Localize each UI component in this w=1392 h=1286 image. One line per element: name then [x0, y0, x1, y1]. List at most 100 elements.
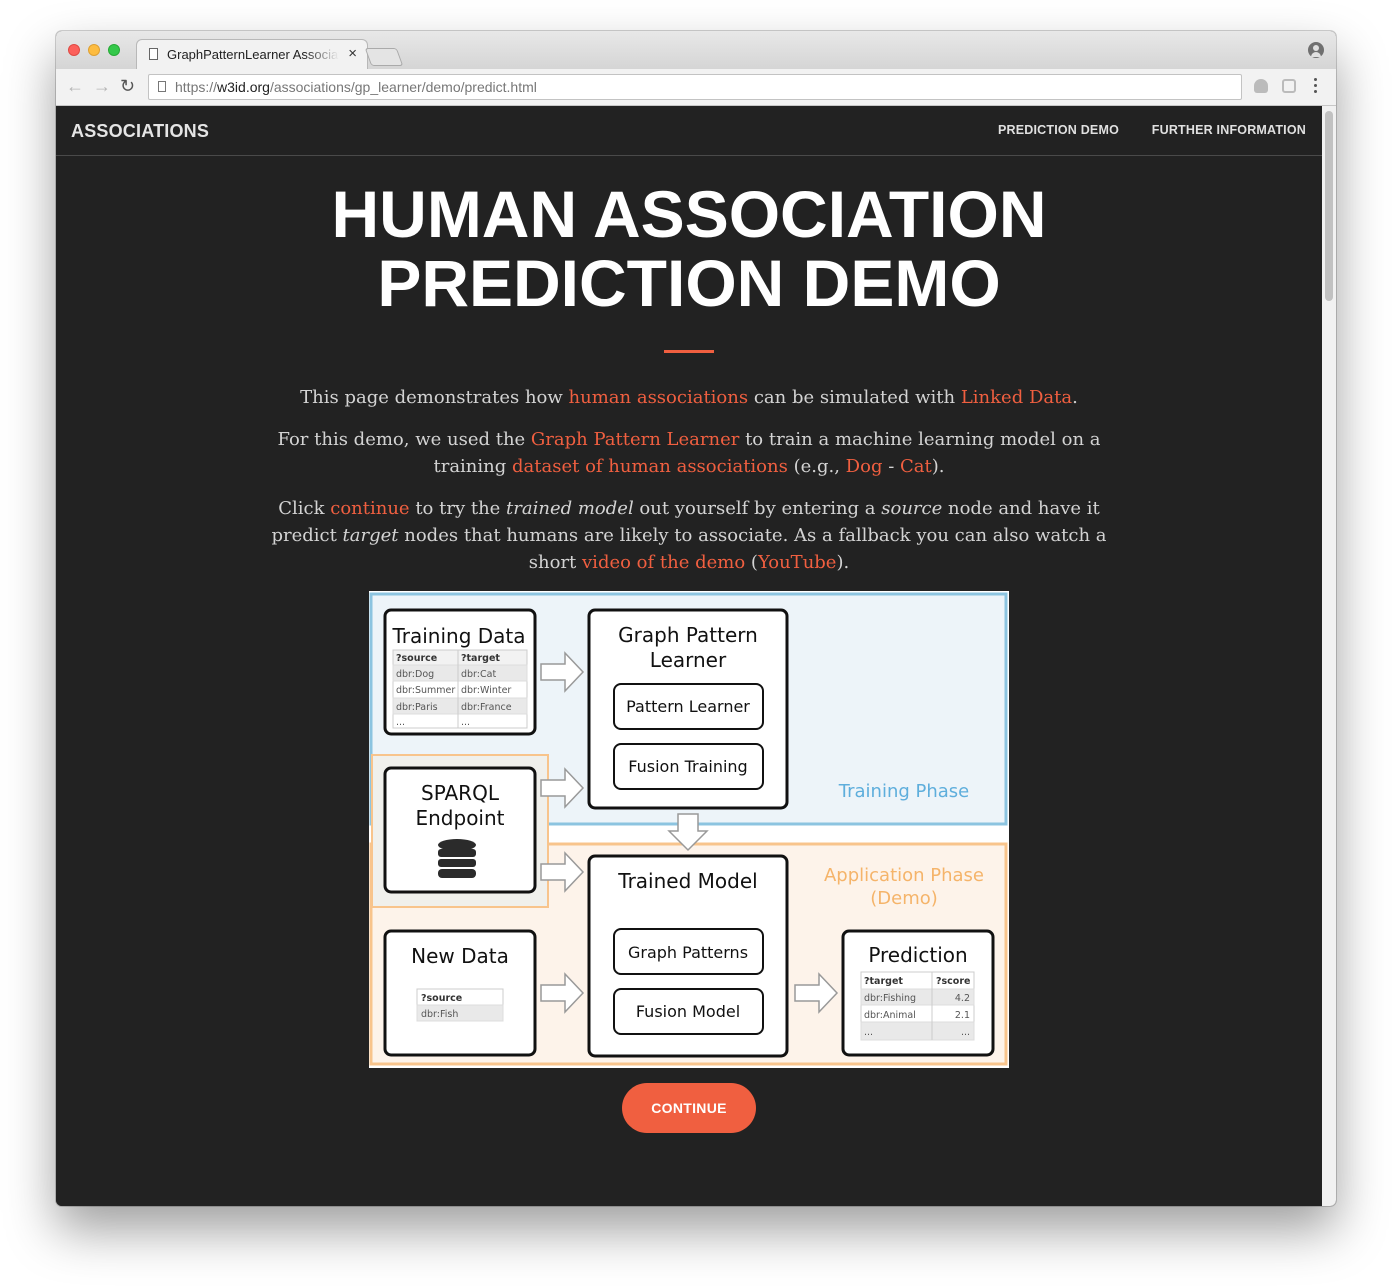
link-dataset[interactable]: dataset of human associations [512, 456, 788, 477]
table-cell: dbr:Paris [396, 702, 438, 713]
extension-cast-icon[interactable] [1282, 79, 1296, 93]
table-cell: dbr:Fishing [864, 993, 916, 1004]
link-continue[interactable]: continue [330, 498, 409, 519]
text: For this demo, we used the [277, 429, 531, 450]
url-text: https://w3id.org/associations/gp_learner… [175, 79, 537, 95]
table-cell: ... [961, 1027, 970, 1038]
table-cell: dbr:Winter [461, 685, 511, 696]
intro-paragraph-1: This page demonstrates how human associa… [266, 384, 1112, 411]
table-cell: dbr:Dog [396, 669, 434, 680]
text: Click [278, 498, 331, 519]
table-cell: 2.1 [955, 1010, 970, 1021]
browser-tab[interactable]: GraphPatternLearner Associati × [136, 39, 368, 69]
table-header: ?source [421, 993, 462, 1004]
text: can be simulated with [748, 387, 961, 408]
table-header: ?source [396, 653, 437, 664]
tab-title: GraphPatternLearner Associati [167, 47, 339, 62]
intro-paragraph-3: Click continue to try the trained model … [266, 495, 1112, 576]
link-linked-data[interactable]: Linked Data [961, 387, 1072, 408]
table-cell: dbr:Cat [461, 669, 496, 680]
gpl-title-1: Graph Pattern [618, 623, 758, 647]
table-cell: dbr:France [461, 702, 512, 713]
text: out yourself by entering a [633, 498, 882, 519]
sparql-title-2: Endpoint [415, 806, 504, 830]
text: - [882, 456, 900, 477]
site-navbar: ASSOCIATIONS PREDICTION DEMO FURTHER INF… [56, 106, 1322, 156]
table-cell: dbr:Animal [864, 1010, 916, 1021]
table-cell: ... [461, 717, 470, 728]
sparql-title-1: SPARQL [421, 781, 500, 805]
minimize-window-button[interactable] [88, 44, 100, 56]
forward-arrow-icon[interactable]: → [93, 76, 111, 96]
emphasis: trained model [506, 498, 634, 519]
tab-bar: GraphPatternLearner Associati × [56, 31, 1336, 69]
fusion-training-label: Fusion Training [628, 757, 747, 776]
table-cell: dbr:Fish [421, 1009, 458, 1020]
page-info-icon[interactable] [158, 81, 166, 92]
text: This page demonstrates how [300, 387, 569, 408]
training-data-title: Training Data [391, 624, 525, 648]
trained-model-title: Trained Model [617, 869, 757, 893]
text: (e.g., [787, 456, 846, 477]
scrollbar-thumb[interactable] [1325, 111, 1333, 301]
table-cell: dbr:Summer [396, 685, 455, 696]
training-data-table: ?source ?target dbr:Dog dbr:Cat dbr:Summ… [392, 649, 528, 729]
link-dog[interactable]: Dog [846, 456, 883, 477]
prediction-table: ?target ?score dbr:Fishing 4.2 dbr:Anima… [860, 971, 975, 1041]
continue-button[interactable]: CONTINUE [622, 1083, 756, 1133]
page-title-line-1: HUMAN ASSOCIATION [331, 177, 1047, 251]
table-header: ?score [936, 976, 970, 987]
page-title-line-2: PREDICTION DEMO [377, 246, 1001, 320]
text: ). [836, 552, 850, 573]
fusion-model-label: Fusion Model [636, 1002, 740, 1021]
site-brand[interactable]: ASSOCIATIONS [71, 121, 209, 142]
new-data-title: New Data [411, 944, 509, 968]
architecture-diagram: .bx { fill:#fff; stroke:#111; stroke-wid… [369, 591, 1009, 1068]
application-phase-label-1: Application Phase [824, 865, 984, 886]
url-host: w3id.org [217, 79, 270, 95]
training-phase-label: Training Phase [838, 781, 970, 802]
link-youtube[interactable]: YouTube [758, 552, 837, 573]
more-menu-icon[interactable] [1314, 78, 1318, 96]
gpl-title-2: Learner [650, 648, 727, 672]
nav-further-information[interactable]: FURTHER INFORMATION [1152, 123, 1306, 137]
vertical-scrollbar[interactable] [1322, 106, 1336, 1206]
link-cat[interactable]: Cat [900, 456, 932, 477]
text: ( [745, 552, 758, 573]
table-header: ?target [461, 653, 500, 664]
reload-icon[interactable]: ↻ [120, 76, 135, 96]
close-window-button[interactable] [68, 44, 80, 56]
extension-cloud-icon[interactable] [1254, 79, 1268, 93]
page-title: HUMAN ASSOCIATION PREDICTION DEMO [56, 180, 1322, 318]
table-header: ?target [864, 976, 903, 987]
url-scheme: https:// [175, 79, 218, 95]
new-data-table: ?source dbr:Fish [416, 988, 504, 1022]
table-cell: 4.2 [955, 993, 970, 1004]
text: to try the [409, 498, 507, 519]
text: ). [931, 456, 945, 477]
table-cell: ... [864, 1027, 873, 1038]
graph-patterns-label: Graph Patterns [628, 943, 748, 962]
title-divider [664, 350, 714, 353]
zoom-window-button[interactable] [108, 44, 120, 56]
pattern-learner-label: Pattern Learner [626, 697, 750, 716]
prediction-title: Prediction [868, 943, 967, 967]
address-bar[interactable]: https://w3id.org/associations/gp_learner… [148, 74, 1242, 100]
profile-icon[interactable] [1308, 42, 1324, 58]
url-path: /associations/gp_learner/demo/predict.ht… [269, 79, 537, 95]
emphasis: source [881, 498, 943, 519]
back-arrow-icon[interactable]: ← [66, 76, 84, 96]
link-video[interactable]: video of the demo [582, 552, 745, 573]
link-graph-pattern-learner[interactable]: Graph Pattern Learner [531, 429, 739, 450]
browser-toolbar: ← → ↻ https://w3id.org/associations/gp_l… [56, 69, 1336, 106]
link-human-associations[interactable]: human associations [569, 387, 749, 408]
document-icon [149, 48, 158, 60]
emphasis: target [342, 525, 399, 546]
web-page: ASSOCIATIONS PREDICTION DEMO FURTHER INF… [56, 106, 1322, 1206]
close-icon[interactable]: × [348, 45, 357, 62]
browser-window: GraphPatternLearner Associati × ← → ↻ ht… [56, 31, 1336, 1206]
new-tab-button[interactable] [364, 48, 404, 66]
intro-paragraph-2: For this demo, we used the Graph Pattern… [266, 426, 1112, 480]
text: . [1072, 387, 1078, 408]
nav-prediction-demo[interactable]: PREDICTION DEMO [998, 123, 1119, 137]
